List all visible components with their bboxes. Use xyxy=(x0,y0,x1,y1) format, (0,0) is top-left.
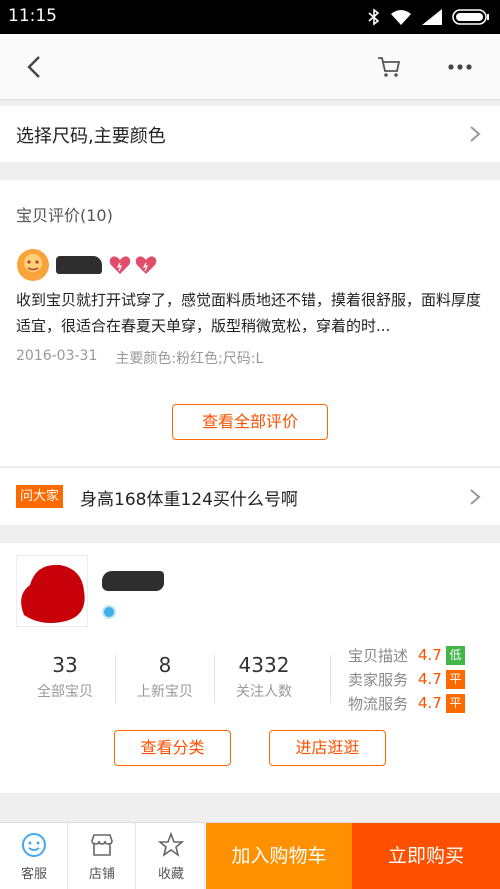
signal-icon xyxy=(422,9,442,25)
stat-number: 8 xyxy=(158,653,172,677)
stat-new-items[interactable]: 8 上新宝贝 xyxy=(116,653,214,701)
rating-row: 卖家服务 4.7 平 xyxy=(348,667,465,691)
view-categories-button[interactable]: 查看分类 xyxy=(114,730,231,766)
top-nav-bar xyxy=(0,34,500,100)
review-section: 宝贝评价(10) 收到宝贝就打开试穿了，感觉面料质地还不错，摸着很舒服，面料厚度… xyxy=(0,180,500,466)
cart-icon[interactable] xyxy=(376,54,402,80)
select-size-color-label: 选择尺码,主要颜色 xyxy=(16,126,166,147)
shop-card: 33 全部宝贝 8 上新宝贝 4332 关注人数 宝贝描述 4.7 低 卖家服务… xyxy=(0,543,500,793)
stat-followers[interactable]: 4332 关注人数 xyxy=(215,653,313,701)
status-time: 11:15 xyxy=(8,6,57,26)
status-icons xyxy=(368,8,490,26)
view-all-reviews-button[interactable]: 查看全部评价 xyxy=(172,404,328,440)
review-sku: 主要颜色:粉红色;尺码:L xyxy=(115,351,264,367)
star-icon xyxy=(157,831,185,857)
shop-icon xyxy=(91,834,113,856)
visit-shop-button[interactable]: 进店逛逛 xyxy=(269,730,386,766)
rating-row: 物流服务 4.7 平 xyxy=(348,691,465,715)
store-button[interactable]: 店铺 xyxy=(68,823,136,889)
buy-now-button[interactable]: 立即购买 xyxy=(352,823,500,889)
select-size-color-row[interactable]: 选择尺码,主要颜色 xyxy=(0,106,500,162)
reviewer-level xyxy=(108,254,158,276)
divider xyxy=(330,655,331,703)
stat-label: 关注人数 xyxy=(236,684,292,700)
shop-logo[interactable] xyxy=(16,555,88,627)
heart-icon xyxy=(109,256,131,274)
customer-service-label: 客服 xyxy=(20,867,47,882)
favorite-label: 收藏 xyxy=(157,867,184,882)
ask-question: 身高168体重124买什么号啊 xyxy=(80,490,298,510)
rating-label: 卖家服务 xyxy=(348,670,409,689)
ask-everyone-row[interactable]: 问大家 身高168体重124买什么号啊 xyxy=(0,467,500,525)
rating-badge: 平 xyxy=(446,669,465,689)
battery-icon xyxy=(452,9,489,25)
rating-badge: 低 xyxy=(446,645,465,665)
stat-label: 上新宝贝 xyxy=(137,684,193,700)
store-label: 店铺 xyxy=(88,867,115,882)
customer-service-icon xyxy=(22,833,46,857)
reviewer-avatar xyxy=(17,249,49,281)
wifi-icon xyxy=(391,10,411,25)
review-text: 收到宝贝就打开试穿了，感觉面料质地还不错，摸着很舒服，面料厚度适宜，很适合在春夏… xyxy=(16,291,482,335)
rating-value: 4.7 xyxy=(418,670,442,688)
review-date: 2016-03-31 xyxy=(16,348,98,364)
shop-name-redacted xyxy=(102,571,164,591)
reviewer-name-redacted xyxy=(56,256,102,274)
stat-number: 33 xyxy=(52,653,78,677)
stat-all-items[interactable]: 33 全部宝贝 xyxy=(16,653,114,701)
more-icon[interactable] xyxy=(446,54,474,80)
stat-number: 4332 xyxy=(238,653,290,677)
shop-ratings: 宝贝描述 4.7 低 卖家服务 4.7 平 物流服务 4.7 平 xyxy=(348,643,465,715)
review-header: 宝贝评价(10) xyxy=(16,206,113,225)
rating-label: 宝贝描述 xyxy=(348,646,409,665)
buy-now-label: 立即购买 xyxy=(387,845,464,867)
rating-value: 4.7 xyxy=(418,694,442,712)
bottom-action-bar: 客服 店铺 收藏 加入购物车 立即购买 xyxy=(0,822,500,889)
review-meta: 2016-03-31 主要颜色:粉红色;尺码:L xyxy=(16,348,263,368)
rating-label: 物流服务 xyxy=(348,694,409,713)
bluetooth-icon xyxy=(368,8,380,26)
rating-value: 4.7 xyxy=(418,646,442,664)
shop-badge-icon xyxy=(102,605,116,619)
customer-service-button[interactable]: 客服 xyxy=(0,823,68,889)
back-arrow-icon[interactable] xyxy=(22,54,48,80)
favorite-button[interactable]: 收藏 xyxy=(137,823,205,889)
chevron-right-icon xyxy=(470,489,481,505)
ask-tag: 问大家 xyxy=(16,485,64,508)
heart-icon xyxy=(135,256,157,274)
rating-badge: 平 xyxy=(446,693,465,713)
stat-label: 全部宝贝 xyxy=(37,684,93,700)
status-bar: 11:15 xyxy=(0,0,500,34)
chevron-right-icon xyxy=(470,126,481,142)
rating-row: 宝贝描述 4.7 低 xyxy=(348,643,465,667)
add-to-cart-button[interactable]: 加入购物车 xyxy=(206,823,352,889)
